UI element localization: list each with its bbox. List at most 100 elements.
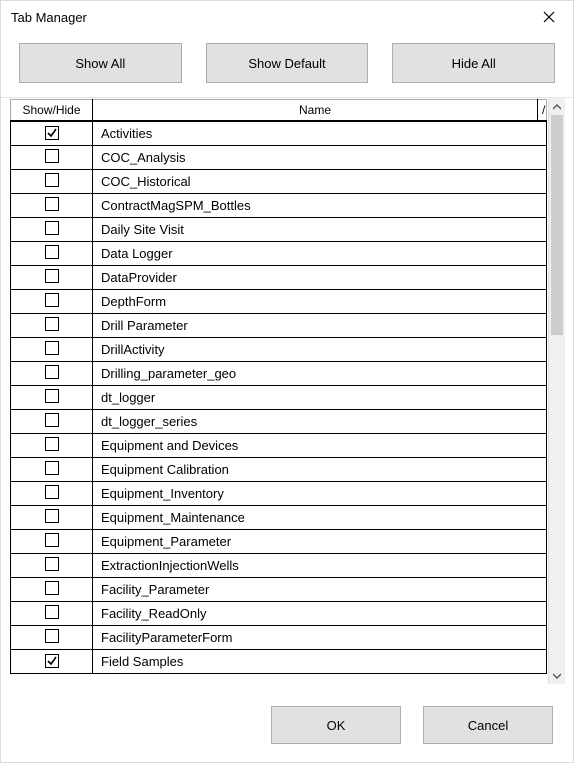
table-row[interactable]: Equipment and Devices	[11, 434, 547, 458]
table-row[interactable]: Equipment_Parameter	[11, 530, 547, 554]
showhide-checkbox[interactable]	[45, 557, 59, 571]
showhide-checkbox[interactable]	[45, 485, 59, 499]
scroll-down-button[interactable]	[549, 667, 565, 684]
tab-manager-window: Tab Manager Show All Show Default Hide A…	[0, 0, 574, 763]
cancel-button[interactable]: Cancel	[423, 706, 553, 744]
showhide-checkbox[interactable]	[45, 269, 59, 283]
row-name-cell: dt_logger_series	[93, 410, 547, 434]
scroll-up-button[interactable]	[549, 98, 565, 115]
row-showhide-cell[interactable]	[11, 194, 93, 218]
showhide-checkbox[interactable]	[45, 173, 59, 187]
row-showhide-cell[interactable]	[11, 122, 93, 146]
row-showhide-cell[interactable]	[11, 386, 93, 410]
row-showhide-cell[interactable]	[11, 650, 93, 674]
chevron-down-icon	[553, 673, 561, 679]
vertical-scrollbar[interactable]	[548, 98, 565, 684]
table-row[interactable]: ExtractionInjectionWells	[11, 554, 547, 578]
row-showhide-cell[interactable]	[11, 170, 93, 194]
row-name-cell: ContractMagSPM_Bottles	[93, 194, 547, 218]
row-showhide-cell[interactable]	[11, 578, 93, 602]
showhide-checkbox[interactable]	[45, 317, 59, 331]
table-row[interactable]: Facility_Parameter	[11, 578, 547, 602]
row-name-cell: DepthForm	[93, 290, 547, 314]
row-showhide-cell[interactable]	[11, 482, 93, 506]
table-row[interactable]: DrillActivity	[11, 338, 547, 362]
column-header-showhide[interactable]: Show/Hide	[11, 100, 93, 121]
row-showhide-cell[interactable]	[11, 146, 93, 170]
row-name-cell: Equipment_Inventory	[93, 482, 547, 506]
table-row[interactable]: Equipment_Inventory	[11, 482, 547, 506]
row-showhide-cell[interactable]	[11, 434, 93, 458]
showhide-checkbox[interactable]	[45, 245, 59, 259]
row-showhide-cell[interactable]	[11, 410, 93, 434]
showhide-checkbox[interactable]	[45, 197, 59, 211]
row-showhide-cell[interactable]	[11, 506, 93, 530]
table-row[interactable]: DataProvider	[11, 266, 547, 290]
table-row[interactable]: dt_logger_series	[11, 410, 547, 434]
table-row[interactable]: Facility_ReadOnly	[11, 602, 547, 626]
table-row[interactable]: Equipment Calibration	[11, 458, 547, 482]
showhide-checkbox[interactable]	[45, 413, 59, 427]
table-row[interactable]: dt_logger	[11, 386, 547, 410]
table-row[interactable]: FacilityParameterForm	[11, 626, 547, 650]
showhide-checkbox[interactable]	[45, 461, 59, 475]
showhide-checkbox[interactable]	[45, 629, 59, 643]
showhide-checkbox[interactable]	[45, 509, 59, 523]
showhide-checkbox[interactable]	[45, 581, 59, 595]
table-row[interactable]: DepthForm	[11, 290, 547, 314]
row-name-cell: Daily Site Visit	[93, 218, 547, 242]
row-name-cell: Equipment_Parameter	[93, 530, 547, 554]
table-row[interactable]: Drill Parameter	[11, 314, 547, 338]
row-showhide-cell[interactable]	[11, 314, 93, 338]
show-default-button[interactable]: Show Default	[206, 43, 369, 83]
table-row[interactable]: Activities	[11, 122, 547, 146]
showhide-checkbox[interactable]	[45, 605, 59, 619]
row-showhide-cell[interactable]	[11, 218, 93, 242]
table-row[interactable]: COC_Analysis	[11, 146, 547, 170]
table-row[interactable]: Field Samples	[11, 650, 547, 674]
table-row[interactable]: ContractMagSPM_Bottles	[11, 194, 547, 218]
row-name-cell: DataProvider	[93, 266, 547, 290]
table-row[interactable]: Daily Site Visit	[11, 218, 547, 242]
column-header-sort[interactable]: /	[538, 100, 547, 121]
showhide-checkbox[interactable]	[45, 126, 59, 140]
row-showhide-cell[interactable]	[11, 530, 93, 554]
close-icon	[543, 11, 555, 23]
hide-all-button[interactable]: Hide All	[392, 43, 555, 83]
toolbar: Show All Show Default Hide All	[1, 33, 573, 98]
titlebar: Tab Manager	[1, 1, 573, 33]
showhide-checkbox[interactable]	[45, 341, 59, 355]
close-button[interactable]	[529, 3, 569, 31]
ok-button[interactable]: OK	[271, 706, 401, 744]
scroll-thumb[interactable]	[551, 115, 563, 335]
showhide-checkbox[interactable]	[45, 389, 59, 403]
scroll-track[interactable]	[549, 115, 565, 667]
column-header-name[interactable]: Name	[93, 100, 538, 121]
table-row[interactable]: Drilling_parameter_geo	[11, 362, 547, 386]
row-showhide-cell[interactable]	[11, 338, 93, 362]
row-showhide-cell[interactable]	[11, 458, 93, 482]
showhide-checkbox[interactable]	[45, 654, 59, 668]
showhide-checkbox[interactable]	[45, 221, 59, 235]
row-name-cell: dt_logger	[93, 386, 547, 410]
row-name-cell: COC_Analysis	[93, 146, 547, 170]
table-row[interactable]: COC_Historical	[11, 170, 547, 194]
showhide-checkbox[interactable]	[45, 437, 59, 451]
row-showhide-cell[interactable]	[11, 290, 93, 314]
row-showhide-cell[interactable]	[11, 554, 93, 578]
table-row[interactable]: Equipment_Maintenance	[11, 506, 547, 530]
row-showhide-cell[interactable]	[11, 266, 93, 290]
table-row[interactable]: Data Logger	[11, 242, 547, 266]
showhide-checkbox[interactable]	[45, 293, 59, 307]
grid-container: Show/Hide Name / ActivitiesCOC_AnalysisC…	[1, 98, 573, 692]
window-title: Tab Manager	[11, 10, 529, 25]
row-showhide-cell[interactable]	[11, 602, 93, 626]
showhide-checkbox[interactable]	[45, 365, 59, 379]
show-all-button[interactable]: Show All	[19, 43, 182, 83]
row-showhide-cell[interactable]	[11, 362, 93, 386]
showhide-checkbox[interactable]	[45, 149, 59, 163]
showhide-checkbox[interactable]	[45, 533, 59, 547]
row-name-cell: COC_Historical	[93, 170, 547, 194]
row-showhide-cell[interactable]	[11, 626, 93, 650]
row-showhide-cell[interactable]	[11, 242, 93, 266]
